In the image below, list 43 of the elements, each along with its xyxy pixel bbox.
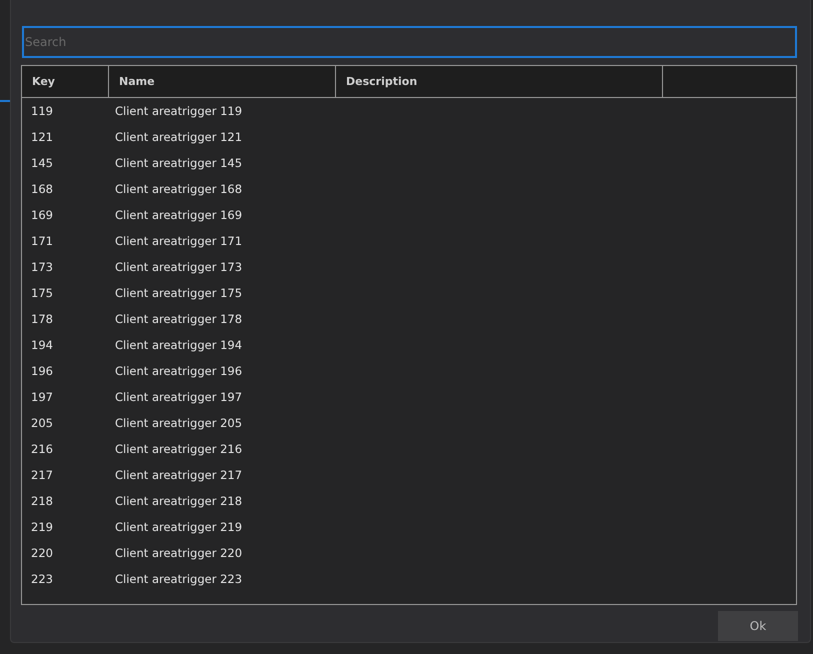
table-cell-text: Client areatrigger 217: [114, 468, 242, 482]
table-cell-text: Client areatrigger 168: [114, 182, 242, 196]
table-cell-text: 119: [30, 104, 54, 118]
table-cell-text: 205: [30, 416, 54, 430]
table-cell-text: 219: [30, 520, 54, 534]
table-cell-text: 175: [30, 286, 54, 300]
table-cell-text: Client areatrigger 219: [114, 520, 242, 534]
table-cell-text: 194: [30, 338, 54, 352]
search-field[interactable]: Search: [22, 26, 797, 58]
table-cell-text: 178: [30, 312, 54, 326]
table-cell-text: Client areatrigger 173: [114, 260, 242, 274]
column-header[interactable]: Key: [22, 66, 109, 97]
table-cell-text: Client areatrigger 218: [114, 494, 242, 508]
table-cell-text: 168: [30, 182, 54, 196]
column-header[interactable]: Description: [336, 66, 663, 97]
table-cell-text: Client areatrigger 205: [114, 416, 242, 430]
table-cell-text: 173: [30, 260, 54, 274]
table-cell-text: 145: [30, 156, 54, 170]
table-cell-text: Client areatrigger 223: [114, 572, 242, 586]
table-cell-text: Client areatrigger 216: [114, 442, 242, 456]
table-cell-text: 196: [30, 364, 54, 378]
table-cell-text: 220: [30, 546, 54, 560]
table-cell-text: Client areatrigger 171: [114, 234, 242, 248]
table-cell-text: 216: [30, 442, 54, 456]
table-cell-text: 169: [30, 208, 54, 222]
table-cell-text: 218: [30, 494, 54, 508]
table-cell-text: 197: [30, 390, 54, 404]
table-cell-text: Client areatrigger 121: [114, 130, 242, 144]
table-cell-text: Client areatrigger 145: [114, 156, 242, 170]
column-header[interactable]: Name: [109, 66, 336, 97]
table-cell-text: Client areatrigger 169: [114, 208, 242, 222]
table-cell-text: Client areatrigger 196: [114, 364, 242, 378]
ok-button[interactable]: Ok: [718, 611, 798, 641]
table-cell-text: Client areatrigger 197: [114, 390, 242, 404]
table-cell-text: Client areatrigger 194: [114, 338, 242, 352]
table-cell-text: 223: [30, 572, 54, 586]
table-cell-text: Client areatrigger 220: [114, 546, 242, 560]
table-cell-text: 121: [30, 130, 54, 144]
table-cell-text: Client areatrigger 178: [114, 312, 242, 326]
table-cell-text: Client areatrigger 175: [114, 286, 242, 300]
table-cell-text: Client areatrigger 119: [114, 104, 242, 118]
table-cell-text: 217: [30, 468, 54, 482]
table-cell-text: 171: [30, 234, 54, 248]
